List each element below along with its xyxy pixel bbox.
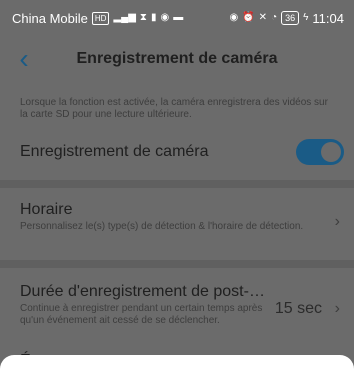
carrier-name: China Mobile [12,10,88,26]
charging-icon: ϟ [303,12,309,23]
status-left: China Mobile HD ▂▄▆ ⧗ ▮ ◉ ▬ [12,11,183,26]
post-duration-subtitle: Continue à enregistrer pendant un certai… [20,303,263,326]
chevron-right-icon: › [334,213,340,230]
back-button[interactable]: ‹ [10,44,38,74]
post-duration-row[interactable]: Durée d'enregistrement de post-… Continu… [20,283,344,343]
wifi-icon: ◔ [271,12,278,23]
feature-description: Lorsque la fonction est activée, la camé… [20,97,328,120]
record-toggle-label: Enregistrement de caméra [20,143,209,160]
battery-saver-icon: ▮ [150,12,157,23]
section-divider [0,260,354,268]
signal-icon: ▂▄▆ [113,12,136,23]
page-title: Enregistrement de caméra [76,50,278,67]
chevron-left-icon: ‹ [19,43,29,74]
schedule-row[interactable]: Horaire Personnalisez le(s) type(s) de d… [20,201,344,251]
bottom-sheet[interactable] [0,355,354,385]
section-divider [0,180,354,188]
status-right: ◉ ⏰ ✕ ◔ 36 ϟ 11:04 [229,11,344,26]
eye-icon: ◉ [229,12,239,23]
record-toggle-switch[interactable] [296,139,344,165]
record-toggle-row[interactable]: Enregistrement de caméra [20,135,344,169]
hourglass-icon: ⧗ [139,12,147,23]
mute-icon: ✕ [258,12,268,23]
clock: 11:04 [312,10,344,26]
post-duration-title: Durée d'enregistrement de post-… [20,283,265,300]
alarm-icon: ⏰ [242,12,255,23]
schedule-title: Horaire [20,201,73,218]
schedule-subtitle: Personnalisez le(s) type(s) de détection… [20,221,304,232]
page-header: ‹ Enregistrement de caméra [0,36,354,82]
status-bar: China Mobile HD ▂▄▆ ⧗ ▮ ◉ ▬ ◉ ⏰ ✕ ◔ 36 ϟ… [0,0,354,36]
camera-app-icon: ◉ [160,12,170,23]
hd-badge: HD [91,11,110,25]
chevron-right-icon: › [334,300,340,317]
post-duration-value: 15 sec [274,300,322,317]
message-icon: ▬ [173,12,184,23]
toggle-knob [321,142,341,162]
battery-indicator: 36 [281,11,300,25]
